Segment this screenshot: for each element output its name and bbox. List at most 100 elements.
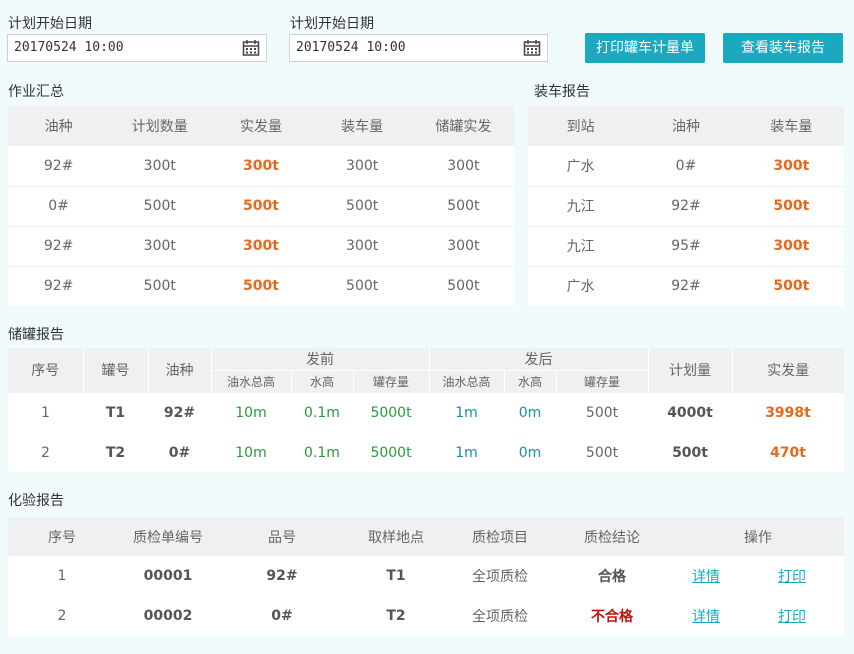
- table-row: 广水 92# 500t: [528, 265, 844, 306]
- table-row: 2 T2 0# 10m 0.1m 5000t 1m 0m 500t 500t 4…: [8, 433, 844, 473]
- view-loading-report-button[interactable]: 查看装车报告: [723, 33, 843, 63]
- table-row: 1 T1 92# 10m 0.1m 5000t 1m 0m 500t 4000t…: [8, 393, 844, 433]
- cell: 广水: [528, 265, 634, 306]
- col-header: 序号: [8, 348, 83, 393]
- col-header: 质检结论: [552, 518, 672, 556]
- cell: 0.1m: [304, 444, 340, 461]
- cell: 0#: [675, 157, 697, 174]
- cell: 2: [57, 608, 67, 624]
- cell: 500t: [109, 185, 211, 226]
- cell: 4000t: [667, 404, 713, 421]
- col-header: 装车量: [311, 106, 413, 146]
- lab-table: 序号 质检单编号 品号 取样地点 质检项目 质检结论 操作 1 00001 92…: [8, 518, 844, 636]
- table-row: 92# 300t 300t 300t 300t: [8, 225, 514, 266]
- table-row: 九江 92# 500t: [528, 185, 844, 226]
- status-fail: 不合格: [591, 609, 633, 625]
- cell: 九江: [528, 225, 634, 266]
- cell: 500t: [109, 265, 211, 306]
- col-subheader: 水高: [503, 370, 557, 393]
- cell: 500t: [585, 404, 619, 421]
- cell: 1m: [455, 404, 478, 421]
- cell: 500t: [738, 185, 844, 226]
- cell: 3998t: [765, 404, 811, 421]
- cell: 0m: [518, 444, 542, 461]
- col-header-after: 发后: [428, 348, 649, 371]
- cell: 2: [41, 444, 50, 461]
- calendar-icon[interactable]: [523, 39, 541, 57]
- col-header: 油种: [147, 348, 211, 393]
- summary-panel: 油种 计划数量 实发量 装车量 储罐实发 92# 300t 300t 300t …: [8, 106, 514, 306]
- col-subheader: 油水总高: [428, 370, 505, 393]
- cell: 500t: [412, 185, 514, 226]
- summary-title: 作业汇总: [8, 84, 64, 100]
- col-subheader: 水高: [290, 370, 353, 393]
- cell: 00001: [143, 568, 193, 584]
- cell: 500t: [585, 444, 619, 461]
- col-header: 实发量: [210, 106, 312, 146]
- col-header: 实发量: [731, 348, 845, 393]
- print-tanker-button[interactable]: 打印罐车计量单: [585, 33, 705, 63]
- cell: 0.1m: [304, 404, 340, 421]
- cell: 92#: [8, 265, 110, 306]
- cell: 500t: [672, 444, 708, 461]
- cell: 广水: [566, 158, 595, 175]
- status-pass: 合格: [598, 569, 626, 585]
- cell: 0#: [8, 185, 110, 226]
- table-row: 0# 500t 500t 500t 500t: [8, 185, 514, 226]
- print-link[interactable]: 打印: [778, 609, 806, 625]
- cell: 1: [41, 404, 50, 421]
- cell: 500t: [210, 185, 312, 226]
- tank-table: 序号 罐号 油种 发前 发后 计划量 实发量 油水总高 水高 罐存量 油水总高 …: [8, 348, 845, 473]
- cell: T2: [386, 608, 406, 624]
- calendar-icon[interactable]: [242, 39, 260, 57]
- cell: 1: [57, 568, 67, 584]
- cell: 300t: [447, 157, 480, 174]
- tank-panel: 序号 罐号 油种 发前 发后 计划量 实发量 油水总高 水高 罐存量 油水总高 …: [8, 348, 845, 473]
- col-header: 取样地点: [344, 518, 448, 556]
- cell: 92#: [163, 404, 196, 421]
- start-date-input[interactable]: 20170524 10:00: [7, 34, 267, 62]
- table-row: 广水 0# 300t: [528, 146, 844, 186]
- end-date-input[interactable]: 20170524 10:00: [289, 34, 548, 62]
- cell: 300t: [109, 225, 211, 266]
- col-header: 油种: [8, 106, 110, 146]
- col-header: 序号: [8, 518, 116, 556]
- col-header-before: 发前: [210, 348, 430, 371]
- col-header: 储罐实发: [412, 106, 514, 146]
- cell: 92#: [633, 185, 739, 226]
- table-row: 2 00002 0# T2 全项质检 不合格 详情 打印: [8, 596, 844, 636]
- col-header: 装车量: [738, 106, 844, 146]
- print-link[interactable]: 打印: [778, 569, 806, 585]
- cell: 92#: [633, 265, 739, 306]
- col-subheader: 罐存量: [352, 370, 430, 393]
- cell: 5000t: [370, 444, 412, 461]
- cell: 300t: [243, 157, 279, 174]
- start-date-label: 计划开始日期: [8, 16, 92, 32]
- cell: 全项质检: [472, 569, 528, 585]
- cell: 300t: [412, 225, 514, 266]
- cell: T2: [105, 444, 126, 461]
- detail-link[interactable]: 详情: [692, 569, 720, 585]
- col-header: 质检项目: [448, 518, 552, 556]
- cell: 500t: [311, 185, 413, 226]
- cell: 全项质检: [472, 609, 528, 625]
- loading-table: 到站 油种 装车量 广水 0# 300t 九江 92# 500t 九江 95# …: [528, 106, 844, 306]
- cell: 1m: [455, 444, 478, 461]
- cell: 300t: [143, 157, 176, 174]
- cell: T1: [105, 404, 126, 421]
- cell: 0#: [168, 444, 191, 461]
- cell: 300t: [210, 225, 312, 266]
- cell: 0#: [271, 608, 293, 624]
- summary-table: 油种 计划数量 实发量 装车量 储罐实发 92# 300t 300t 300t …: [8, 106, 514, 306]
- end-date-label: 计划开始日期: [290, 16, 374, 32]
- cell: 300t: [738, 225, 844, 266]
- cell: 500t: [738, 265, 844, 306]
- cell: 95#: [633, 225, 739, 266]
- cell: 10m: [235, 404, 267, 421]
- cell: 0m: [518, 404, 542, 421]
- col-subheader: 罐存量: [555, 370, 649, 393]
- detail-link[interactable]: 详情: [692, 609, 720, 625]
- col-header: 计划量: [647, 348, 733, 393]
- cell: 300t: [773, 157, 810, 174]
- cell: 10m: [235, 444, 267, 461]
